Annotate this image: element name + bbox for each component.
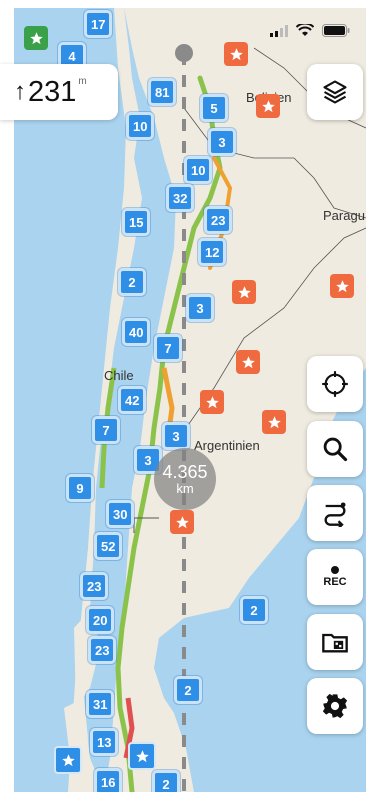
record-label: REC: [323, 576, 347, 588]
cluster-marker[interactable]: 7: [154, 334, 182, 362]
cluster-marker[interactable]: 9: [66, 474, 94, 502]
star-icon[interactable]: [232, 280, 256, 304]
distance-unit: km: [176, 480, 194, 496]
place-label-chile: Chile: [104, 368, 134, 383]
star-icon[interactable]: [54, 746, 82, 774]
cluster-marker[interactable]: 10: [126, 112, 155, 140]
record-button[interactable]: REC: [307, 549, 363, 605]
cluster-marker[interactable]: 5: [200, 94, 228, 122]
cluster-marker[interactable]: 7: [92, 416, 120, 444]
cluster-marker[interactable]: 2: [240, 596, 268, 624]
route-icon: [324, 502, 346, 527]
layers-button[interactable]: [307, 64, 363, 120]
star-icon[interactable]: [330, 274, 354, 298]
search-icon: [323, 437, 348, 462]
cluster-marker[interactable]: 52: [94, 532, 123, 560]
cluster-marker[interactable]: 23: [80, 572, 109, 600]
wifi-icon: [296, 24, 314, 36]
cluster-marker[interactable]: 32: [166, 184, 195, 212]
cluster-marker[interactable]: 81: [148, 78, 177, 106]
route-planner-button[interactable]: [307, 485, 363, 541]
cluster-marker[interactable]: 3: [162, 422, 190, 450]
cluster-marker[interactable]: 30: [106, 500, 135, 528]
layers-icon: [323, 80, 347, 104]
star-icon[interactable]: [256, 94, 280, 118]
altitude-value: 231: [28, 75, 77, 108]
cluster-marker[interactable]: 23: [204, 206, 233, 234]
map-folder-icon: [322, 633, 348, 653]
star-icon[interactable]: [262, 410, 286, 434]
gear-icon: [322, 693, 348, 719]
offline-maps-button[interactable]: [307, 614, 363, 670]
star-icon[interactable]: [170, 510, 194, 534]
star-icon[interactable]: [224, 42, 248, 66]
record-dot-icon: [331, 566, 339, 574]
search-button[interactable]: [307, 421, 363, 477]
locate-button[interactable]: [307, 356, 363, 412]
cluster-marker[interactable]: 42: [118, 386, 147, 414]
place-label-paraguay: Paragu: [323, 208, 365, 223]
cluster-marker[interactable]: 13: [90, 728, 119, 756]
cluster-marker[interactable]: 3: [186, 294, 214, 322]
star-icon[interactable]: [128, 742, 156, 770]
crosshair-icon: [322, 371, 348, 397]
star-icon[interactable]: [24, 26, 48, 50]
star-icon[interactable]: [200, 390, 224, 414]
cluster-marker[interactable]: 2: [174, 676, 202, 704]
cluster-marker[interactable]: 31: [86, 690, 115, 718]
place-label-argentinien: Argentinien: [194, 438, 260, 453]
star-icon[interactable]: [236, 350, 260, 374]
cluster-marker[interactable]: 16: [94, 768, 123, 792]
altitude-arrow: ↑: [14, 78, 26, 105]
cluster-marker[interactable]: 20: [86, 606, 115, 634]
cluster-marker[interactable]: 12: [198, 238, 227, 266]
signal-icon: [270, 24, 288, 37]
cluster-marker[interactable]: 2: [152, 770, 180, 792]
settings-button[interactable]: [307, 678, 363, 734]
distance-ruler[interactable]: 4.365 km: [154, 448, 216, 510]
cluster-marker[interactable]: 40: [122, 318, 151, 346]
cluster-marker[interactable]: 3: [208, 128, 236, 156]
altitude-unit: m: [78, 76, 87, 87]
cluster-marker[interactable]: 10: [184, 156, 213, 184]
altitude-panel: ↑ 231 m: [0, 64, 118, 120]
battery-icon: [322, 24, 350, 37]
cluster-marker[interactable]: 17: [84, 10, 113, 38]
status-bar: [270, 24, 350, 37]
cluster-marker[interactable]: 15: [122, 208, 151, 236]
distance-value: 4.365: [162, 461, 208, 482]
cluster-marker[interactable]: 23: [88, 636, 117, 664]
cluster-marker[interactable]: 2: [118, 268, 146, 296]
